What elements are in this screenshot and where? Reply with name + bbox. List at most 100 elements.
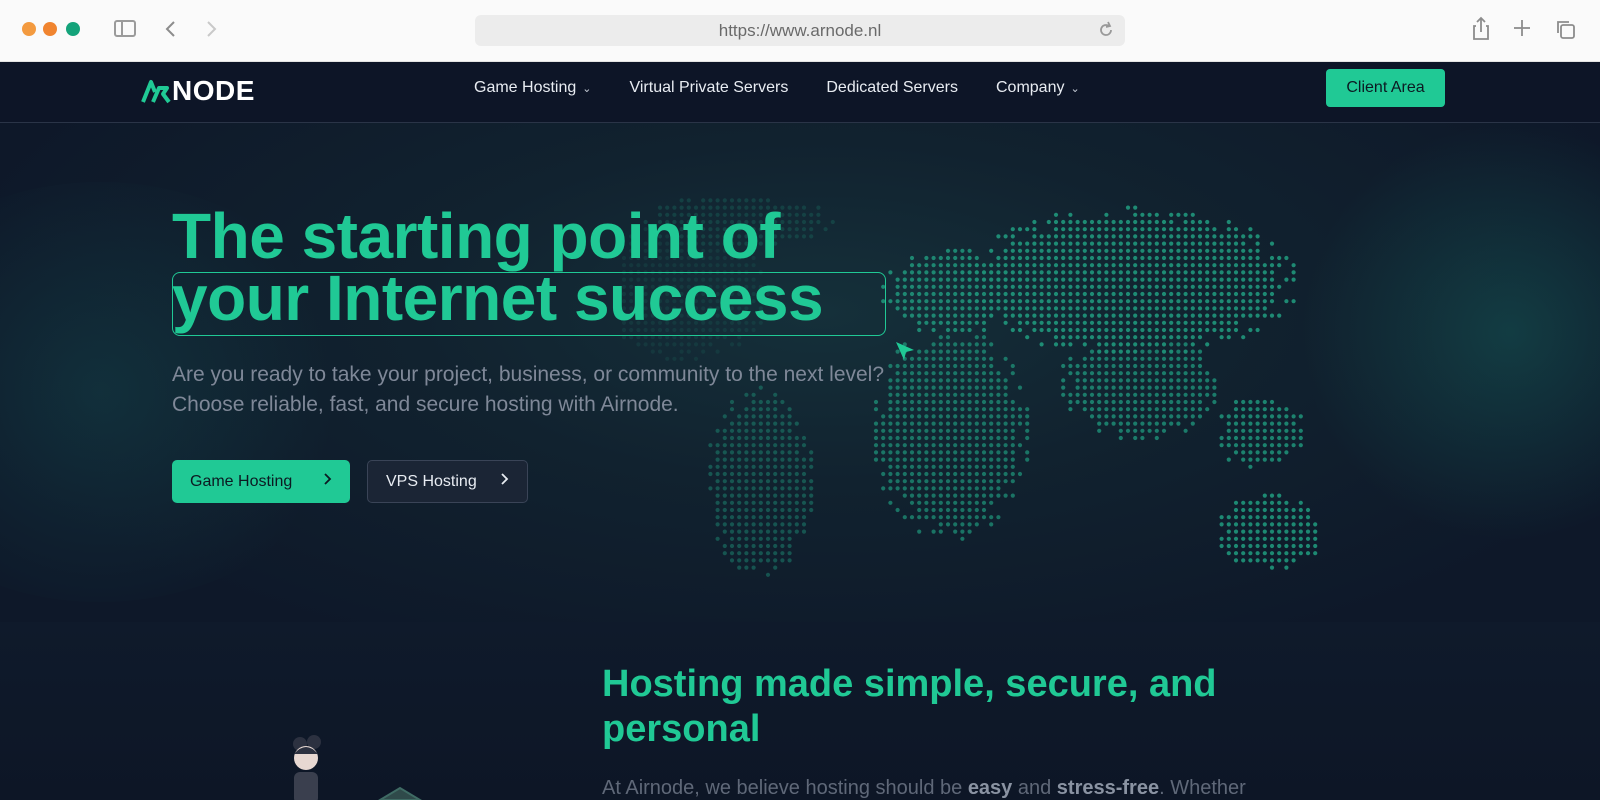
map-dot (967, 255, 972, 261)
map-dot (938, 284, 943, 289)
map-dot (1269, 277, 1275, 282)
map-dot (1183, 270, 1188, 275)
map-dot (1003, 407, 1008, 412)
map-dot (1061, 241, 1066, 246)
map-dot (1125, 234, 1131, 239)
map-dot (981, 493, 987, 498)
close-window-button[interactable] (22, 22, 36, 36)
map-dot (1118, 219, 1123, 225)
map-dot (1140, 327, 1145, 333)
map-dot (1147, 241, 1152, 246)
nav-company[interactable]: Company ⌄ (996, 79, 1080, 97)
map-dot (1133, 356, 1138, 361)
map-dot (967, 421, 972, 426)
chevron-down-icon: ⌄ (582, 82, 592, 95)
map-dot (1082, 335, 1087, 340)
share-icon[interactable] (1470, 16, 1492, 46)
map-dot (1097, 263, 1102, 268)
map-dot (909, 414, 915, 419)
map-dot (1190, 392, 1195, 397)
new-tab-icon[interactable] (1512, 18, 1532, 42)
site-logo[interactable]: NODE (141, 75, 255, 106)
map-dot (1161, 414, 1167, 419)
map-dot (1176, 313, 1181, 318)
map-dot (945, 349, 951, 354)
map-dot (1233, 543, 1239, 549)
map-dot (1154, 291, 1159, 297)
map-dot (1255, 443, 1260, 448)
client-area-button[interactable]: Client Area (1326, 69, 1445, 107)
map-dot (1291, 543, 1296, 549)
map-dot (1255, 507, 1260, 513)
forward-icon[interactable] (204, 18, 218, 44)
map-dot (1205, 219, 1210, 225)
map-dot (960, 255, 965, 261)
map-dot (1003, 392, 1008, 397)
map-dot (945, 464, 951, 469)
map-dot (924, 313, 929, 318)
map-dot (787, 450, 792, 455)
map-dot (1053, 291, 1059, 297)
nav-virtual-private-servers[interactable]: Virtual Private Servers (629, 79, 788, 97)
zoom-window-button[interactable] (66, 22, 80, 36)
map-dot (938, 255, 943, 261)
map-dot (1097, 227, 1102, 232)
minimize-window-button[interactable] (43, 22, 57, 36)
map-dot (1111, 306, 1116, 311)
sidebar-icon[interactable] (114, 20, 136, 37)
map-dot (1147, 291, 1152, 297)
map-dot (1277, 263, 1282, 268)
map-dot (938, 457, 943, 462)
game-hosting-button[interactable]: Game Hosting (172, 460, 350, 503)
map-dot (1111, 356, 1116, 361)
map-dot (1226, 522, 1231, 527)
map-dot (938, 443, 943, 448)
map-dot (1154, 219, 1159, 225)
map-dot (1082, 378, 1087, 383)
map-dot (1133, 363, 1138, 369)
map-dot (967, 435, 972, 441)
tabs-icon[interactable] (1554, 18, 1576, 44)
map-dot (801, 443, 807, 448)
map-dot (917, 443, 922, 448)
map-dot (715, 457, 720, 462)
map-dot (1003, 306, 1008, 311)
map-dot (1147, 349, 1152, 354)
map-dot (729, 536, 735, 541)
map-dot (1104, 399, 1109, 405)
address-bar[interactable]: https://www.arnode.nl (475, 15, 1125, 46)
back-icon[interactable] (164, 18, 178, 44)
map-dot (765, 543, 771, 549)
map-dot (974, 428, 979, 433)
map-dot (1255, 414, 1260, 419)
reload-icon[interactable] (1097, 20, 1115, 45)
map-dot (960, 385, 965, 390)
map-dot (1291, 558, 1296, 563)
map-dot (960, 414, 965, 419)
map-dot (1075, 399, 1080, 405)
map-dot (967, 306, 972, 311)
map-dot (981, 349, 987, 354)
nav-game-hosting[interactable]: Game Hosting ⌄ (474, 79, 591, 97)
map-dot (1003, 378, 1008, 383)
vps-hosting-button[interactable]: VPS Hosting (367, 460, 528, 503)
map-dot (758, 464, 763, 469)
map-dot (1140, 356, 1145, 361)
map-dot (967, 515, 972, 520)
map-dot (1118, 227, 1123, 232)
map-dot (953, 493, 958, 498)
map-dot (1262, 277, 1267, 282)
map-dot (1068, 313, 1073, 318)
map-dot (895, 291, 900, 297)
map-dot (931, 507, 936, 513)
map-dot (1161, 371, 1167, 376)
team-illustration (293, 735, 422, 800)
map-dot (1154, 313, 1159, 318)
map-dot (945, 414, 951, 419)
nav-dedicated-servers[interactable]: Dedicated Servers (826, 79, 958, 97)
map-dot (1068, 306, 1073, 311)
map-dot (924, 284, 929, 289)
map-dot (1169, 320, 1174, 325)
map-dot (981, 414, 987, 419)
map-dot (1061, 385, 1066, 390)
